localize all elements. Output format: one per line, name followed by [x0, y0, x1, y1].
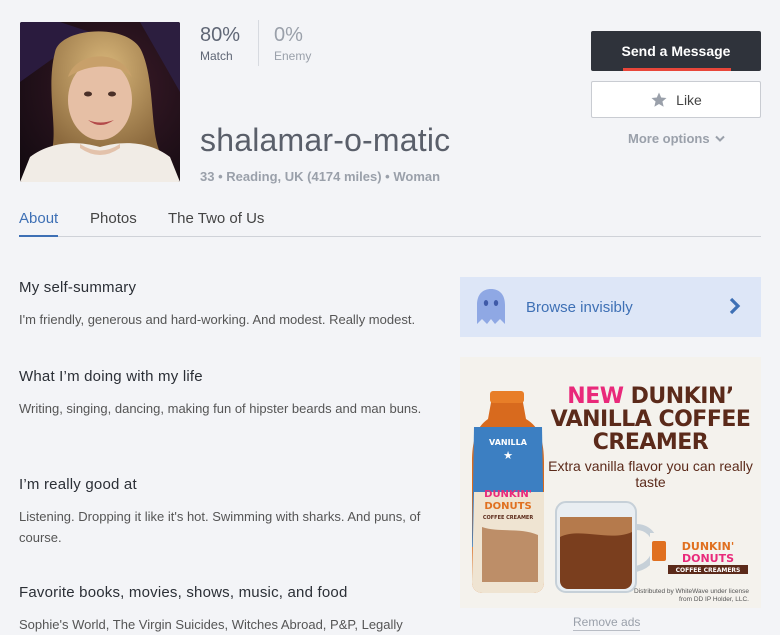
essay-text: Writing, singing, dancing, making fun of…: [19, 401, 422, 416]
send-message-accent: [623, 68, 731, 71]
browse-invisibly-label: Browse invisibly: [526, 298, 633, 316]
essay-self-summary: My self-summary I'm friendly, generous a…: [19, 279, 444, 330]
ad-headline-line3: CREAMER: [592, 430, 709, 455]
tab-the-two-of-us[interactable]: The Two of Us: [168, 210, 264, 235]
match-label: Match: [200, 49, 233, 63]
logo-brand-2-text: DONUTS: [682, 552, 734, 565]
browse-invisibly-banner[interactable]: Browse invisibly: [460, 277, 761, 337]
star-icon: [651, 92, 667, 107]
enemy-stat: 0% Enemy: [274, 24, 311, 63]
enemy-label: Enemy: [274, 49, 312, 63]
essay-text: Listening. Dropping it like it's hot. Sw…: [19, 509, 421, 545]
profile-photo-image: [20, 22, 180, 182]
essay-title: I’m really good at: [19, 476, 137, 493]
enemy-percent: 0%: [274, 24, 303, 46]
essay-title: What I’m doing with my life: [19, 368, 203, 385]
bottle-brand-2-text: DONUTS: [484, 501, 531, 512]
ad-legal-text: Distributed by WhiteWave under license f…: [633, 588, 749, 603]
ghost-icon: [477, 289, 505, 324]
essay-text: Sophie's World, The Virgin Suicides, Wit…: [19, 617, 403, 632]
ad-headline-line2: VANILLA COFFEE: [550, 407, 751, 432]
ad-headline: NEW DUNKIN’ VANILLA COFFEE CREAMER: [460, 385, 761, 454]
chevron-down-icon: [714, 135, 725, 142]
bottle-brand-1-text: DUNKIN': [484, 489, 532, 500]
essay-favorites: Favorite books, movies, shows, music, an…: [19, 584, 444, 635]
essay-text: I'm friendly, generous and hard-working.…: [19, 312, 416, 327]
essay-good-at: I’m really good at Listening. Dropping i…: [19, 476, 439, 548]
ad-headline-new: NEW: [567, 384, 624, 409]
profile-tabs: About Photos The Two of Us: [19, 210, 761, 237]
match-percent: 80%: [200, 24, 241, 46]
username: shalamar-o-matic: [200, 122, 451, 158]
match-stat: 80% Match: [200, 24, 240, 63]
chevron-right-icon: [729, 297, 741, 315]
remove-ads-link[interactable]: Remove ads: [573, 615, 641, 631]
more-options-dropdown[interactable]: More options: [628, 131, 725, 146]
essay-title: Favorite books, movies, shows, music, an…: [19, 584, 348, 601]
user-info: 33 • Reading, UK (4174 miles) • Woman: [200, 169, 441, 184]
profile-photo[interactable]: [20, 22, 180, 182]
like-button[interactable]: Like: [591, 81, 761, 118]
tab-photos[interactable]: Photos: [90, 210, 137, 235]
essay-doing-with-life: What I’m doing with my life Writing, sin…: [19, 368, 429, 419]
logo-product-text: COFFEE CREAMERS: [676, 567, 741, 574]
send-message-button[interactable]: Send a Message: [591, 31, 761, 71]
bottle-product-text: COFFEE CREAMER: [483, 515, 534, 521]
essay-title: My self-summary: [19, 279, 137, 296]
ad-subline: Extra vanilla flavor you can really tast…: [548, 458, 753, 490]
advertisement[interactable]: VANILLA ★ DUNKIN' DONUTS COFFEE CREAMER …: [460, 357, 761, 608]
like-label: Like: [676, 91, 702, 108]
more-options-label: More options: [628, 131, 710, 146]
send-message-label: Send a Message: [621, 43, 731, 59]
stat-divider: [258, 20, 259, 66]
tab-about[interactable]: About: [19, 210, 59, 237]
ad-headline-brand: DUNKIN’: [630, 384, 735, 409]
